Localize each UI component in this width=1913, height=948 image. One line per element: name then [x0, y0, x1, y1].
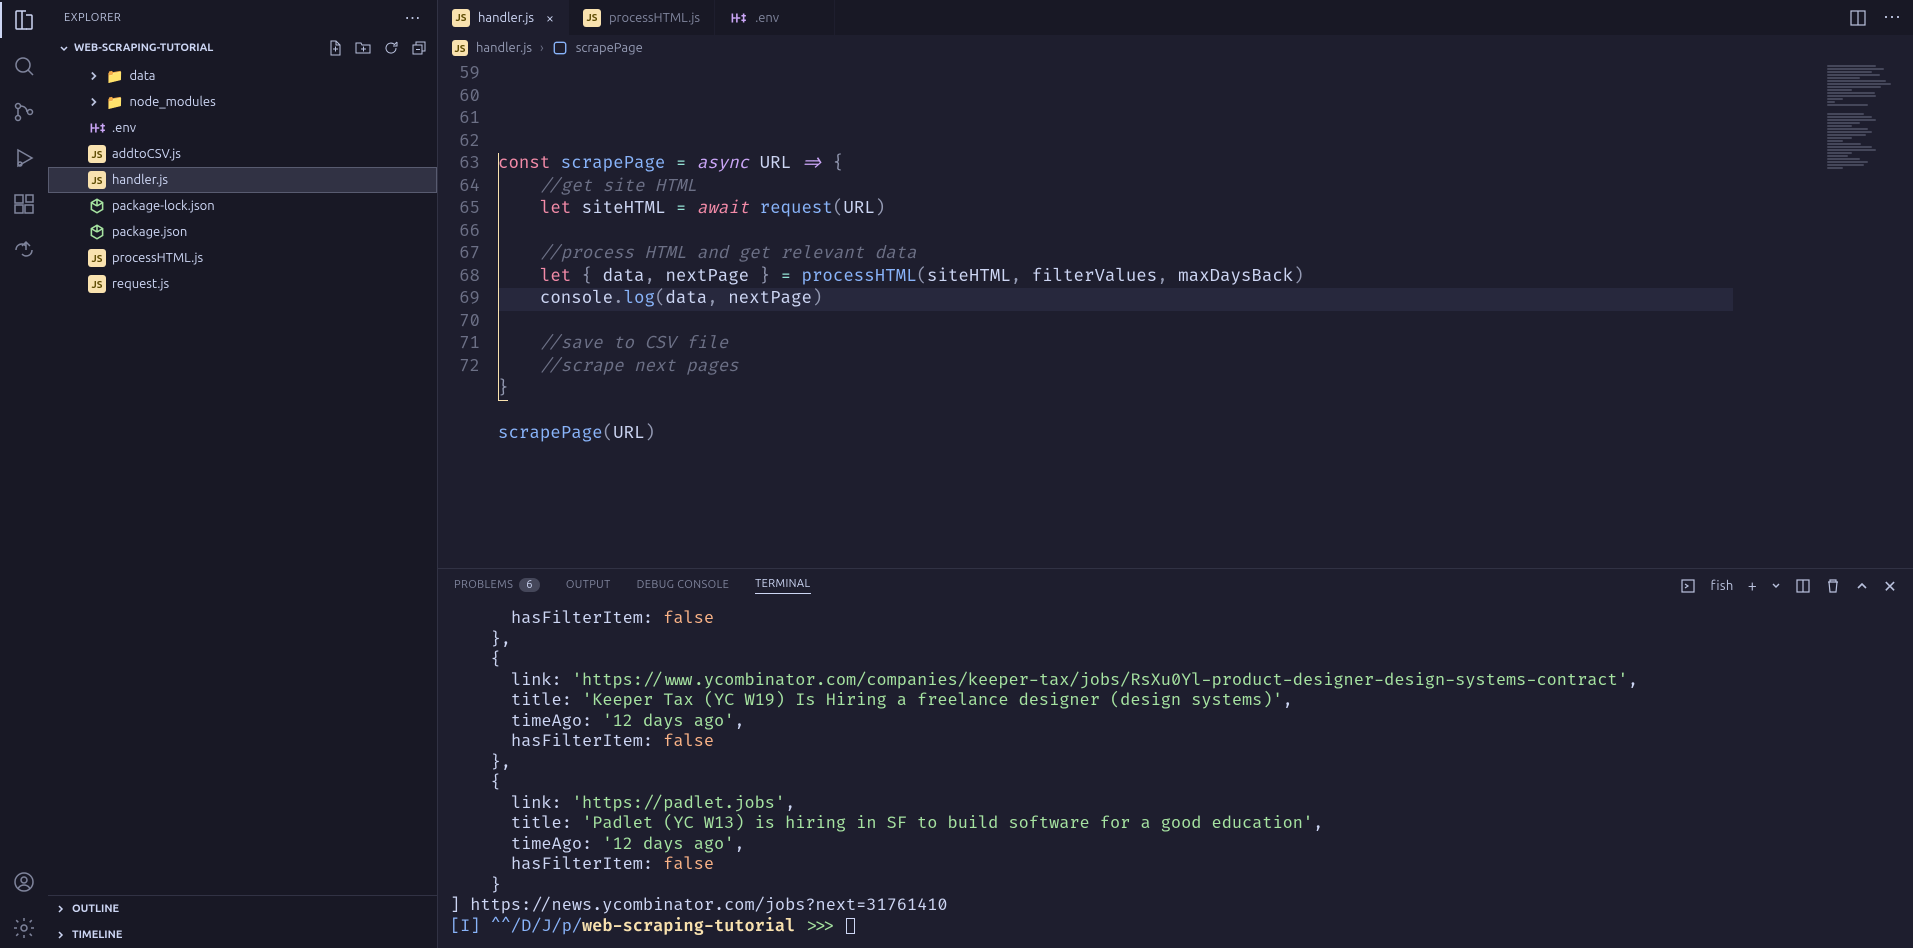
tab-bar: JS handler.js × JS processHTML.js .env ⋯ [438, 0, 1913, 35]
terminal-cursor [846, 918, 855, 934]
tree-label: addtoCSV.js [112, 147, 181, 161]
project-name: WEB-SCRAPING-TUTORIAL [74, 42, 213, 54]
code-content[interactable]: const scrapePage = async URL => { //get … [498, 131, 1823, 446]
tree-label: processHTML.js [112, 251, 203, 265]
bottom-panel: PROBLEMS 6 OUTPUT DEBUG CONSOLE TERMINAL… [438, 568, 1913, 948]
editor-tab[interactable]: .env [715, 0, 835, 35]
extensions-icon[interactable] [12, 192, 36, 216]
outline-label: OUTLINE [72, 903, 119, 915]
split-terminal-icon[interactable] [1795, 578, 1811, 594]
tree-label: package.json [112, 225, 187, 239]
run-debug-icon[interactable] [12, 146, 36, 170]
breadcrumb[interactable]: JS handler.js › scrapePage [438, 35, 1913, 61]
tab-debug-console[interactable]: DEBUG CONSOLE [637, 579, 730, 594]
timeline-label: TIMELINE [72, 929, 122, 941]
folder-item[interactable]: 📁 data [48, 63, 437, 89]
settings-gear-icon[interactable] [12, 916, 36, 940]
terminal-dropdown-icon[interactable] [1771, 581, 1781, 591]
more-icon[interactable]: ⋯ [405, 8, 422, 27]
tab-terminal[interactable]: TERMINAL [755, 578, 810, 594]
explorer-header: EXPLORER ⋯ [48, 0, 437, 35]
close-tab-icon[interactable]: × [546, 10, 554, 26]
refresh-icon[interactable] [383, 40, 399, 56]
more-actions-icon[interactable]: ⋯ [1883, 7, 1901, 28]
explorer-title: EXPLORER [64, 12, 121, 24]
env-file-icon [729, 9, 747, 27]
problems-badge: 6 [519, 578, 540, 592]
chevron-right-icon: › [540, 41, 544, 55]
chevron-right-icon [86, 69, 100, 83]
tab-label: handler.js [478, 11, 534, 25]
source-control-icon[interactable] [12, 100, 36, 124]
file-item[interactable]: JS request.js [48, 271, 437, 297]
file-item[interactable]: .env [48, 115, 437, 141]
file-item[interactable]: JS addtoCSV.js [48, 141, 437, 167]
timeline-section[interactable]: TIMELINE [48, 922, 437, 948]
js-file-icon: JS [583, 9, 601, 27]
code-editor[interactable]: 5960616263646566676869707172 const scrap… [438, 61, 1823, 568]
maximize-panel-icon[interactable] [1855, 579, 1869, 593]
breadcrumb-symbol[interactable]: scrapePage [576, 41, 643, 55]
share-icon[interactable] [12, 238, 36, 262]
tab-problems[interactable]: PROBLEMS 6 [454, 578, 540, 595]
chevron-right-icon [86, 95, 100, 109]
js-file-icon: JS [452, 9, 470, 27]
folder-actions [327, 40, 427, 56]
chevron-right-icon [54, 903, 66, 915]
new-terminal-icon[interactable]: + [1748, 577, 1757, 595]
line-gutter: 5960616263646566676869707172 [438, 63, 498, 568]
explorer-sidebar: EXPLORER ⋯ WEB-SCRAPING-TUTORIAL 📁 data 📁 n… [48, 0, 438, 948]
file-tree: 📁 data 📁 node_modules .env JS addtoCSV.js JS han… [48, 61, 437, 895]
tab-label: processHTML.js [609, 11, 700, 25]
chevron-right-icon [54, 929, 66, 941]
file-item[interactable]: package-lock.json [48, 193, 437, 219]
js-file-icon: JS [452, 40, 468, 56]
collapse-all-icon[interactable] [411, 40, 427, 56]
tree-label: .env [112, 121, 136, 135]
file-item[interactable]: package.json [48, 219, 437, 245]
tree-label: request.js [112, 277, 169, 291]
json-file-icon [88, 223, 106, 241]
tree-label: data [129, 69, 155, 83]
folder-icon: 📁 [106, 68, 123, 85]
tab-label: .env [755, 11, 779, 25]
panel-tabs: PROBLEMS 6 OUTPUT DEBUG CONSOLE TERMINAL… [438, 569, 1913, 603]
terminal-launch-icon[interactable] [1680, 578, 1696, 594]
folder-icon: 📁 [106, 94, 123, 111]
project-folder-header[interactable]: WEB-SCRAPING-TUTORIAL [48, 35, 437, 61]
breadcrumb-file[interactable]: handler.js [476, 41, 532, 55]
folder-item[interactable]: 📁 node_modules [48, 89, 437, 115]
new-file-icon[interactable] [327, 40, 343, 56]
editor-tab[interactable]: JS processHTML.js [569, 0, 715, 35]
tree-label: package-lock.json [112, 199, 215, 213]
tree-label: node_modules [129, 95, 215, 109]
js-file-icon: JS [88, 145, 106, 163]
close-panel-icon[interactable]: ✕ [1883, 577, 1897, 596]
editor-tab[interactable]: JS handler.js × [438, 0, 569, 35]
terminal-shell-name[interactable]: fish [1710, 579, 1733, 593]
tab-output[interactable]: OUTPUT [566, 579, 611, 594]
terminal-output[interactable]: hasFilterItem: false }, { link: 'https:/… [438, 603, 1913, 948]
file-item[interactable]: JS handler.js [48, 167, 437, 193]
json-file-icon [88, 197, 106, 215]
tree-label: handler.js [112, 173, 168, 187]
js-file-icon: JS [88, 275, 106, 293]
chevron-down-icon [58, 42, 70, 54]
activity-bar [0, 0, 48, 948]
explorer-icon[interactable] [12, 8, 36, 32]
minimap[interactable] [1823, 61, 1913, 568]
symbol-method-icon [552, 40, 568, 56]
search-icon[interactable] [12, 54, 36, 78]
kill-terminal-icon[interactable] [1825, 578, 1841, 594]
file-item[interactable]: JS processHTML.js [48, 245, 437, 271]
outline-section[interactable]: OUTLINE [48, 896, 437, 922]
env-file-icon [88, 119, 106, 137]
js-file-icon: JS [88, 171, 106, 189]
accounts-icon[interactable] [12, 870, 36, 894]
js-file-icon: JS [88, 249, 106, 267]
main-area: JS handler.js × JS processHTML.js .env ⋯ JS h… [438, 0, 1913, 948]
split-editor-icon[interactable] [1849, 9, 1867, 27]
new-folder-icon[interactable] [355, 40, 371, 56]
